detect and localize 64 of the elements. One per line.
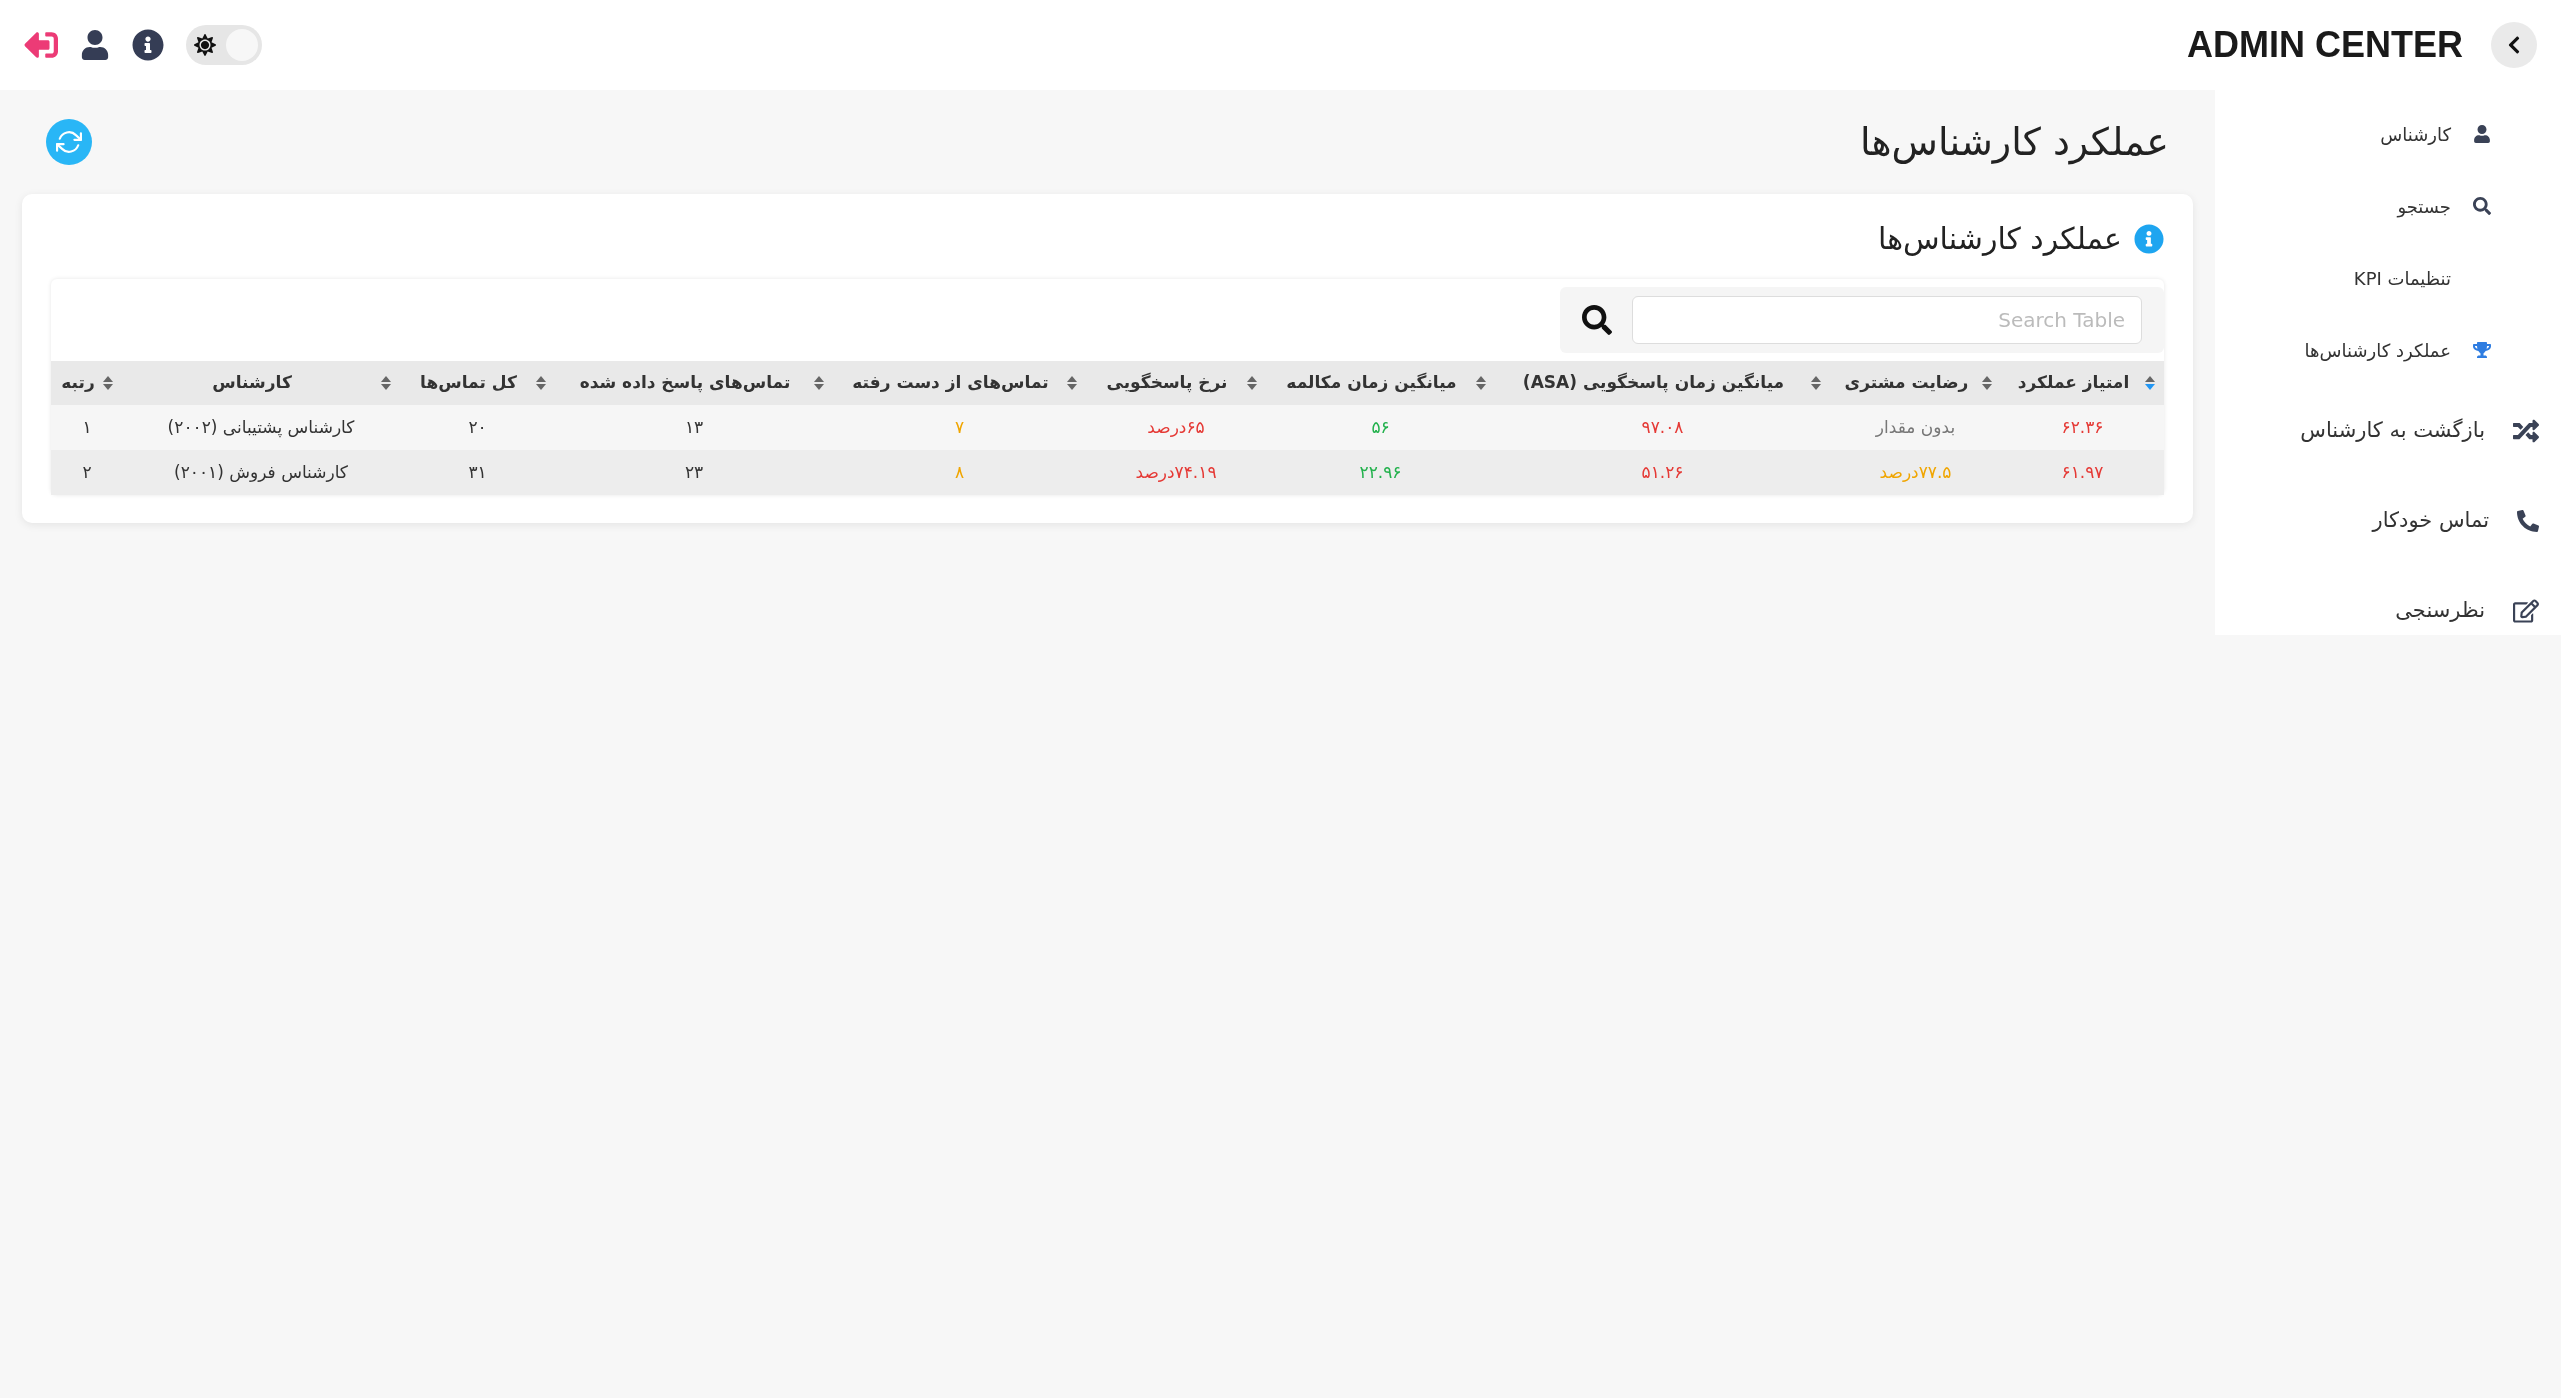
sidebar-item[interactable]: عملکرد کارشناس‌ها xyxy=(2215,314,2561,386)
column-header[interactable]: میانگین زمان مکالمه xyxy=(1274,370,1469,396)
sort-icon[interactable] xyxy=(2144,375,2156,391)
table-cell-text: ۶۱.۹۷ xyxy=(2061,460,2104,484)
table-cell-text: ۸ xyxy=(954,460,965,484)
table-cell-text: ۲۰ xyxy=(468,415,487,439)
table-cell-text: ۹۷.۰۸ xyxy=(1641,415,1684,439)
theme-toggle[interactable] xyxy=(186,25,262,65)
sidebar-item[interactable]: کارشناس xyxy=(2215,98,2561,170)
user-icon[interactable] xyxy=(80,30,110,60)
sort-icon[interactable] xyxy=(1981,375,1993,391)
phone-icon xyxy=(2517,510,2539,532)
search-icon[interactable] xyxy=(1582,305,1612,335)
column-header[interactable]: نرخ پاسخگویی xyxy=(1094,370,1240,396)
table-cell-text: ۶۲.۳۶ xyxy=(2061,415,2104,439)
table-cell-text: ۷۴.۱۹درصد xyxy=(1135,460,1217,484)
sort-icon[interactable] xyxy=(535,375,547,391)
table-cell-text: بدون مقدار xyxy=(1875,415,1956,439)
shuffle-icon xyxy=(2513,418,2539,444)
table-cell-text: ۷۷.۵درصد xyxy=(1879,460,1952,484)
table-cell-text: ۵۱.۲۶ xyxy=(1641,460,1684,484)
column-header[interactable]: رضایت مشتری xyxy=(1838,370,1975,396)
refresh-icon xyxy=(56,129,82,155)
info-icon[interactable] xyxy=(132,29,164,61)
column-header[interactable]: کل تماس‌ها xyxy=(408,370,529,396)
search-field[interactable]: Search Table xyxy=(1632,296,2142,344)
sidebar-item[interactable]: تماس خودکار xyxy=(2215,476,2561,566)
table-cell-text: ۲۳ xyxy=(684,460,704,484)
sort-icon[interactable] xyxy=(1475,375,1487,391)
user-icon xyxy=(2473,125,2491,143)
table-cell-text: ۲ xyxy=(82,460,92,484)
page-title: عملکرد کارشناس‌ها xyxy=(1859,118,2169,167)
sidebar-item[interactable]: تنظیمات KPI xyxy=(2215,242,2561,314)
table-cell-text: ۲۲.۹۶ xyxy=(1359,460,1402,484)
sort-icon[interactable] xyxy=(1246,375,1258,391)
table-cell-text: ۷ xyxy=(954,415,965,439)
trophy-icon xyxy=(2473,341,2491,359)
table-cell-text: کارشناس فروش (۲۰۰۱) xyxy=(174,460,348,484)
sort-icon[interactable] xyxy=(380,375,392,391)
table-cell-text: کارشناس پشتیبانی (۲۰۰۲) xyxy=(167,415,355,440)
column-header[interactable]: کارشناس xyxy=(130,370,374,396)
sort-icon[interactable] xyxy=(102,375,114,391)
brand-title: ADMIN CENTER xyxy=(2187,23,2463,67)
sidebar-item[interactable]: بازگشت به کارشناس xyxy=(2215,386,2561,476)
sidebar-item[interactable]: جستجو xyxy=(2215,170,2561,242)
table-cell-text: ۵۶ xyxy=(1371,415,1390,439)
card-title: عملکرد کارشناس‌ها xyxy=(1878,220,2122,258)
search-icon xyxy=(2473,197,2491,215)
column-header[interactable]: تماس‌های پاسخ داده شده xyxy=(563,370,807,396)
sun-icon xyxy=(194,34,216,56)
column-header[interactable]: تماس‌های از دست رفته xyxy=(841,370,1060,396)
column-header[interactable]: رتبه xyxy=(60,370,96,396)
sort-icon[interactable] xyxy=(1810,375,1822,391)
table-cell-text: ۳۱ xyxy=(468,460,487,484)
table-cell-text: ۱ xyxy=(82,415,92,439)
table-cell-text: ۱۳ xyxy=(684,415,704,439)
edit-icon xyxy=(2513,598,2539,624)
collapse-button[interactable] xyxy=(2491,22,2537,68)
sort-icon[interactable] xyxy=(1066,375,1078,391)
table-cell-text: ۶۵درصد xyxy=(1147,415,1205,439)
sort-icon[interactable] xyxy=(813,375,825,391)
sidebar-item[interactable]: نظرسنجی xyxy=(2215,566,2561,656)
column-header[interactable]: امتیاز عملکرد xyxy=(2009,370,2138,396)
column-header[interactable]: میانگین زمان پاسخگویی (ASA) xyxy=(1503,370,1804,396)
